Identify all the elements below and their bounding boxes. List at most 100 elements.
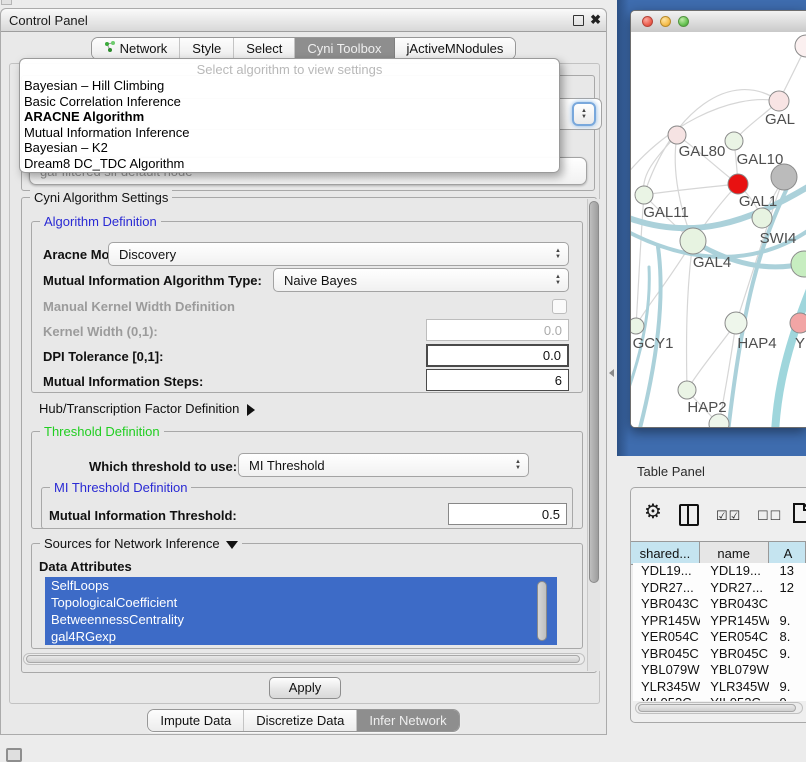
- sources-title-row[interactable]: Sources for Network Inference: [40, 536, 242, 551]
- deselect-all-checks-icon[interactable]: ☐☐: [757, 508, 782, 524]
- tab-network-label: Network: [120, 41, 168, 56]
- settings-scrollbar-thumb[interactable]: [589, 201, 599, 583]
- combo-stepper-focused[interactable]: ▲▼: [572, 102, 596, 126]
- table-row[interactable]: YIL052CYIL052C9.: [633, 695, 806, 701]
- top-notch: [1, 0, 12, 5]
- kernel-width-field[interactable]: [426, 319, 569, 341]
- hub-definition-expander[interactable]: Hub/Transcription Factor Definition: [39, 401, 255, 416]
- hub-definition-label: Hub/Transcription Factor Definition: [39, 401, 239, 416]
- network-node-gal11[interactable]: [635, 186, 653, 204]
- network-node-y[interactable]: [790, 313, 806, 333]
- attribute-item-betweennesscentrality[interactable]: BetweennessCentrality: [45, 611, 557, 628]
- table-row[interactable]: YDL19...YDL19...13: [633, 563, 806, 580]
- network-node-swi4[interactable]: [752, 208, 772, 228]
- table-cell: YDL19...: [700, 563, 769, 580]
- table-row[interactable]: YER054CYER054C8.: [633, 629, 806, 646]
- tab-network[interactable]: Network: [92, 38, 181, 59]
- network-window-titlebar[interactable]: [631, 11, 806, 33]
- bottom-tab-discretize-data[interactable]: Discretize Data: [244, 710, 357, 731]
- settings-hscrollbar[interactable]: [23, 653, 585, 665]
- network-edge[interactable]: [644, 184, 738, 195]
- table-row[interactable]: YPR145WYPR145W9.: [633, 613, 806, 630]
- aracne-mode-combo[interactable]: Discovery ▲▼: [108, 242, 569, 266]
- table-hscrollbar[interactable]: [635, 702, 803, 714]
- tab-select[interactable]: Select: [234, 38, 295, 59]
- data-attributes-list[interactable]: SelfLoopsTopologicalCoefficientBetweenne…: [45, 577, 557, 645]
- column-header-name[interactable]: name: [700, 542, 769, 564]
- mi-threshold-field[interactable]: [448, 503, 567, 525]
- mi-steps-field[interactable]: [426, 369, 569, 391]
- network-edge[interactable]: [687, 323, 736, 390]
- network-edge[interactable]: [643, 135, 677, 195]
- attributes-scrollbar-thumb[interactable]: [537, 581, 547, 641]
- mi-steps-label: Mutual Information Steps:: [43, 374, 203, 389]
- dropdown-item-bayesian-k2[interactable]: Bayesian – K2: [20, 140, 559, 156]
- minimize-traffic-light-icon[interactable]: [660, 16, 671, 27]
- settings-scrollbar[interactable]: [587, 199, 600, 671]
- table-row[interactable]: YBL079WYBL079W: [633, 662, 806, 679]
- mi-type-value: Naive Bayes: [284, 273, 357, 288]
- network-node-gal80[interactable]: [668, 126, 686, 144]
- network-node-gal4[interactable]: [680, 228, 706, 254]
- table-row[interactable]: YDR27...YDR27...12: [633, 580, 806, 597]
- export-file-icon[interactable]: [792, 502, 806, 524]
- apply-button[interactable]: Apply: [269, 677, 341, 699]
- network-node-gal[interactable]: [769, 91, 789, 111]
- network-node-hap2[interactable]: [678, 381, 696, 399]
- attribute-item-topologicalcoefficient[interactable]: TopologicalCoefficient: [45, 594, 557, 611]
- network-node-gal10[interactable]: [725, 132, 743, 150]
- gear-icon[interactable]: ⚙: [644, 502, 662, 522]
- tab-jactivemnodules[interactable]: jActiveMNodules: [395, 38, 516, 59]
- tab-cyni-toolbox[interactable]: Cyni Toolbox: [295, 38, 394, 59]
- network-node[interactable]: [791, 251, 806, 277]
- network-node[interactable]: [771, 164, 797, 190]
- dropdown-item-basic-correlation-inference[interactable]: Basic Correlation Inference: [20, 94, 559, 110]
- dpi-tolerance-field[interactable]: [426, 344, 569, 367]
- table-cell: YER054C: [633, 629, 700, 646]
- table-cell: YDL19...: [633, 563, 700, 580]
- which-threshold-combo[interactable]: MI Threshold ▲▼: [238, 453, 529, 477]
- select-all-checks-icon[interactable]: ☑☑: [716, 508, 741, 524]
- network-node-hap4[interactable]: [725, 312, 747, 334]
- table-header-row: shared...nameA: [631, 541, 806, 565]
- docked-panel-icon[interactable]: [6, 748, 22, 762]
- table-row[interactable]: YLR345WYLR345W9.: [633, 679, 806, 696]
- network-node-gcy1[interactable]: [631, 318, 644, 334]
- mi-type-stepper[interactable]: ▲▼: [551, 271, 565, 289]
- column-header-a[interactable]: A: [769, 542, 806, 564]
- bottom-tab-impute-data[interactable]: Impute Data: [148, 710, 244, 731]
- node-label-gcy1: GCY1: [633, 335, 674, 352]
- dropdown-item-mutual-information-inference[interactable]: Mutual Information Inference: [20, 125, 559, 141]
- aracne-mode-stepper[interactable]: ▲▼: [551, 245, 565, 263]
- network-canvas[interactable]: GALGAL80GAL10GAL1GAL11SWI4GAL4GCY1HAP4YH…: [631, 32, 806, 428]
- attribute-item-selfloops[interactable]: SelfLoops: [45, 577, 557, 594]
- close-traffic-light-icon[interactable]: [642, 16, 653, 27]
- dropdown-item-dream8-dc-tdc-algorithm[interactable]: Dream8 DC_TDC Algorithm: [20, 156, 559, 172]
- table-row[interactable]: YBR045CYBR045C9.: [633, 646, 806, 663]
- float-panel-icon[interactable]: [573, 15, 584, 26]
- settings-hscrollbar-thumb[interactable]: [26, 655, 580, 663]
- splitter-collapse-icon[interactable]: [609, 369, 614, 377]
- network-graph[interactable]: GALGAL80GAL10GAL1GAL11SWI4GAL4GCY1HAP4YH…: [631, 32, 806, 428]
- manual-kernel-checkbox[interactable]: [552, 299, 567, 314]
- network-edge[interactable]: [775, 287, 806, 428]
- dropdown-item-aracne-algorithm[interactable]: ARACNE Algorithm: [20, 109, 559, 125]
- zoom-traffic-light-icon[interactable]: [678, 16, 689, 27]
- table-cell: YDR27...: [633, 580, 700, 597]
- column-header-shared-[interactable]: shared...: [631, 542, 700, 564]
- table-cell: YDR27...: [700, 580, 769, 597]
- mi-type-combo[interactable]: Naive Bayes ▲▼: [273, 268, 569, 292]
- table-hscrollbar-thumb[interactable]: [638, 704, 796, 712]
- which-threshold-stepper[interactable]: ▲▼: [511, 456, 525, 474]
- tab-style[interactable]: Style: [180, 38, 234, 59]
- table-row[interactable]: YBR043CYBR043C: [633, 596, 806, 613]
- dropdown-item-bayesian-hill-climbing[interactable]: Bayesian – Hill Climbing: [20, 78, 559, 94]
- data-attributes-label: Data Attributes: [39, 559, 132, 574]
- network-node[interactable]: [795, 35, 806, 57]
- top-tab-group: Network StyleSelectCyni ToolboxjActiveMNo…: [91, 37, 517, 60]
- close-icon[interactable]: ✖: [590, 12, 601, 28]
- bottom-tab-infer-network[interactable]: Infer Network: [357, 710, 458, 731]
- network-node-gal1[interactable]: [728, 174, 748, 194]
- attribute-item-gal4rgexp[interactable]: gal4RGexp: [45, 628, 557, 645]
- columns-icon[interactable]: [679, 504, 699, 526]
